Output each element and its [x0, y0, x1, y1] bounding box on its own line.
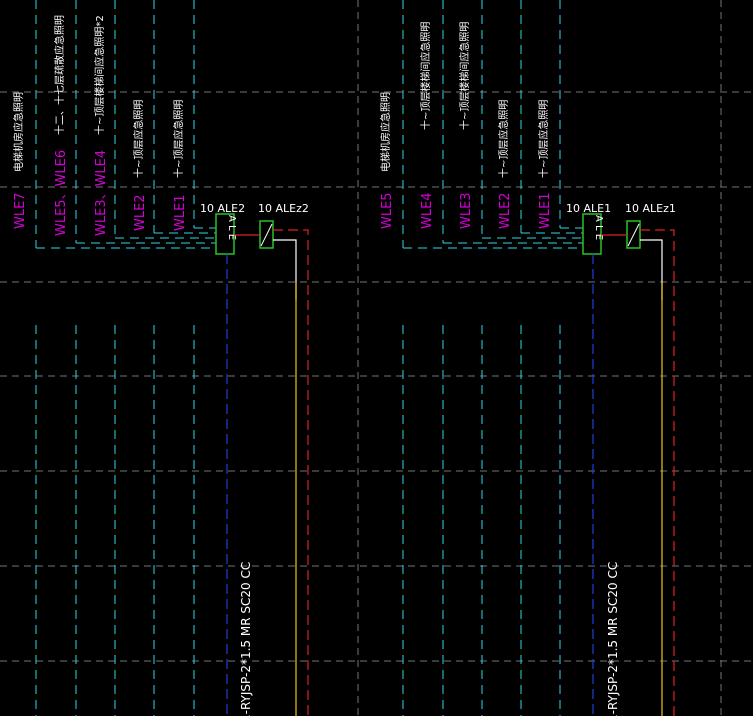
switch-label: 10 ALEz2	[258, 202, 309, 215]
panel-glyph: A L E	[593, 215, 604, 240]
circuit-description: 十~顶层楼梯间应急照明	[458, 22, 471, 130]
circuit-label: WLE3	[459, 192, 474, 229]
circuit-label: WLE7	[13, 192, 28, 229]
cable-label: 1-RYJSP-2*1.5 MR SC20 CC	[606, 562, 620, 716]
circuit-description: 十~顶层应急照明	[132, 100, 145, 178]
circuit-description: 十~顶层楼梯间应急照明*2	[93, 15, 106, 135]
circuit-description: 十二、十七层疏散应急照明	[53, 15, 66, 135]
circuit-description: 十~顶层应急照明	[497, 100, 510, 178]
cable-label: 1-RYJSP-2*1.5 MR SC20 CC	[239, 562, 253, 716]
circuit-label: WLE4	[420, 192, 435, 229]
switch-label: 10 ALEz1	[625, 202, 676, 215]
circuit-description: 电梯机房应急照明	[12, 92, 25, 172]
circuit-label: WLE5、WLE6	[54, 150, 69, 236]
circuit-label: WLE2	[133, 194, 148, 231]
panel-label: 10 ALE2	[200, 202, 245, 215]
circuit-description: 十~顶层应急照明	[537, 100, 550, 178]
circuit-description: 电梯机房应急照明	[379, 92, 392, 172]
circuit-label: WLE1	[173, 194, 188, 231]
circuit-label: WLE2	[498, 192, 513, 229]
panel-label: 10 ALE1	[566, 202, 611, 215]
circuit-description: 十~顶层应急照明	[172, 100, 185, 178]
panel-glyph: A L E	[226, 215, 237, 240]
circuit-label: WLE1	[538, 192, 553, 229]
circuit-label: WLE5	[380, 192, 395, 229]
background	[0, 0, 753, 716]
circuit-description: 十~顶层楼梯间应急照明	[419, 22, 432, 130]
circuit-label: WLE3、WLE4	[94, 150, 109, 236]
cad-drawing-canvas: WLE7 WLE5、WLE6 WLE3、WLE4 WLE2 WLE1 电梯机房应…	[0, 0, 753, 716]
